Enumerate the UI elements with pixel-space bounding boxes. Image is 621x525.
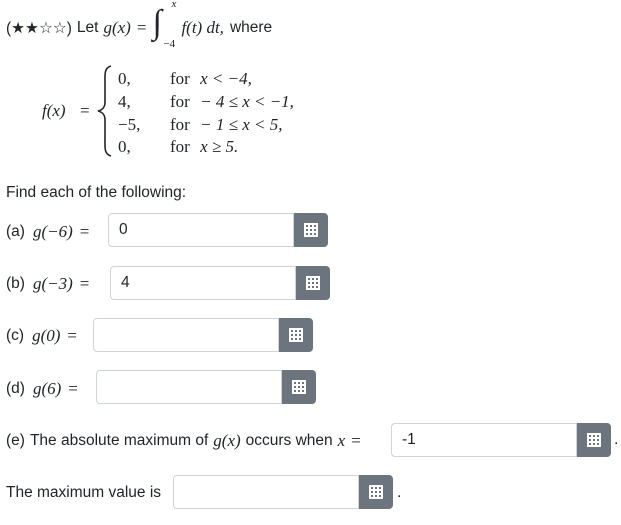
question-e-occurs: occurs when	[245, 432, 333, 449]
case-condition: for − 4 ≤ x < −1,	[170, 92, 294, 112]
period: .	[397, 484, 402, 501]
question-b-expr: g(−3)	[32, 274, 73, 293]
answer-a-input[interactable]: 0	[108, 213, 294, 247]
f-of-x: f(x)	[42, 101, 66, 120]
palette-c-button[interactable]	[279, 318, 313, 352]
equation-editor-grid-icon	[304, 223, 318, 237]
question-d-expr: g(6)	[32, 379, 62, 398]
question-c-equals: =	[67, 326, 77, 345]
case-value: 0,	[118, 69, 131, 88]
case-for: for	[170, 137, 190, 156]
question-b-label: (b)	[6, 275, 25, 292]
equals-sign: =	[136, 18, 147, 37]
question-a: (a) g(−6) =	[6, 222, 89, 242]
equation-editor-grid-icon	[369, 485, 383, 499]
case-cond: x ≥ 5.	[200, 137, 239, 156]
answer-max-input[interactable]	[173, 475, 359, 509]
integral-upper-limit: x	[171, 0, 177, 10]
question-a-label: (a)	[6, 223, 25, 240]
case-row: −5,	[118, 115, 140, 135]
case-value: 4,	[118, 92, 131, 111]
integrand: f(t) dt,	[181, 18, 224, 37]
where-word: where	[229, 19, 273, 36]
integral-sign: ∫ x −4	[152, 0, 177, 50]
palette-a-button[interactable]	[294, 213, 328, 247]
case-row: 0,	[118, 69, 131, 89]
question-d-label: (d)	[6, 380, 25, 397]
g-of-x: g(x)	[103, 18, 131, 37]
question-c-label: (c)	[6, 327, 25, 344]
case-row: 0,	[118, 137, 131, 157]
question-b-equals: =	[79, 274, 90, 293]
question-e-label: (e)	[6, 432, 25, 449]
left-brace	[97, 65, 112, 157]
question-e-var: x	[337, 431, 346, 450]
equation-editor-grid-icon	[292, 380, 306, 394]
case-cond: − 4 ≤ x < −1,	[200, 92, 294, 111]
question-e-expr: g(x)	[213, 431, 241, 450]
palette-b-button[interactable]	[296, 266, 330, 300]
answer-b-input[interactable]: 4	[110, 266, 296, 300]
question-d: (d) g(6) =	[6, 379, 78, 399]
palette-d-button[interactable]	[282, 370, 316, 404]
case-value: −5,	[118, 115, 141, 134]
question-e: (e) The absolute maximum of g(x) occurs …	[6, 431, 361, 451]
intro-let: Let	[76, 19, 99, 36]
case-condition: for − 1 ≤ x < 5,	[170, 115, 282, 135]
answer-c-input[interactable]	[93, 318, 279, 352]
case-for: for	[170, 69, 190, 88]
answer-e-input[interactable]: -1	[391, 423, 577, 457]
question-e-equals: =	[351, 431, 361, 450]
case-for: for	[170, 115, 190, 134]
max-value-text: The maximum value is	[6, 484, 162, 501]
question-a-expr: g(−6)	[32, 222, 73, 241]
case-cond: x < −4,	[200, 69, 252, 88]
case-for: for	[170, 92, 190, 111]
equation-editor-grid-icon	[306, 276, 320, 290]
equation-editor-grid-icon	[289, 328, 303, 342]
piecewise-equals: =	[80, 101, 90, 120]
difficulty-stars: (★★☆☆)	[6, 19, 72, 37]
palette-e-button[interactable]	[577, 423, 611, 457]
question-b: (b) g(−3) =	[6, 274, 89, 294]
problem-statement: (★★☆☆) Let g(x) = ∫ x −4 f(t) dt, where	[6, 0, 273, 50]
question-c-expr: g(0)	[32, 326, 61, 345]
question-d-equals: =	[68, 379, 78, 398]
question-c: (c) g(0) =	[6, 326, 77, 346]
equation-editor-grid-icon	[587, 433, 601, 447]
case-value: 0,	[118, 137, 131, 156]
case-cond: − 1 ≤ x < 5,	[200, 115, 283, 134]
case-condition: for x < −4,	[170, 69, 252, 89]
find-instruction: Find each of the following:	[6, 184, 187, 201]
integral-lower-limit: −4	[163, 38, 176, 50]
question-a-equals: =	[79, 222, 90, 241]
palette-max-button[interactable]	[359, 475, 393, 509]
answer-d-input[interactable]	[96, 370, 282, 404]
period: .	[614, 431, 619, 448]
case-condition: for x ≥ 5.	[170, 137, 238, 157]
case-row: 4,	[118, 92, 131, 112]
question-e-text: The absolute maximum of	[29, 432, 209, 449]
